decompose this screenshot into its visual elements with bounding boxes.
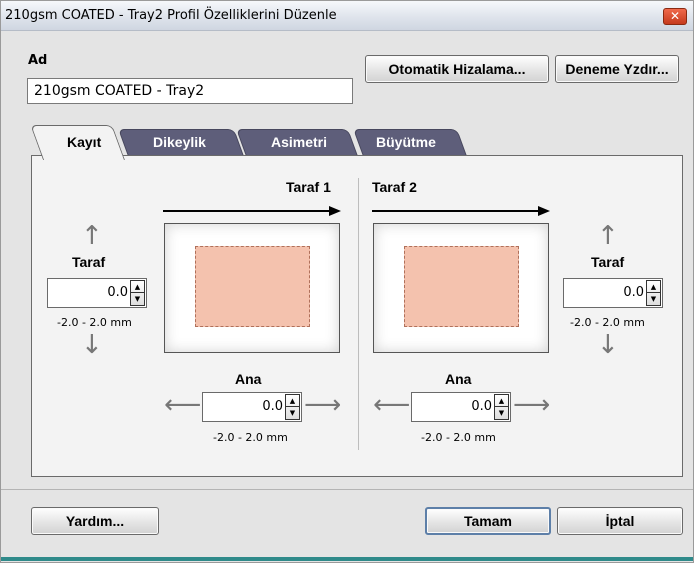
arrow-right-icon: ⟶ [513, 390, 551, 420]
help-button[interactable]: Yardım... [31, 507, 159, 535]
decrement-button[interactable]: ▼ [647, 293, 660, 305]
ok-button[interactable]: Tamam [425, 507, 551, 535]
side1-main-label: Ana [235, 371, 262, 387]
side2-lead-stepper[interactable]: 0.0 ▲ ▼ [563, 278, 663, 308]
name-input[interactable] [27, 78, 353, 104]
side2-main-stepper[interactable]: 0.0 ▲ ▼ [411, 392, 511, 422]
side2-feed-direction-arrow-icon [372, 206, 550, 216]
increment-button[interactable]: ▲ [647, 281, 660, 293]
title-bar: 210gsm COATED - Tray2 Profil Özellikleri… [1, 1, 693, 31]
side1-lead-stepper[interactable]: 0.0 ▲ ▼ [47, 278, 147, 308]
side2-image-area [404, 246, 519, 327]
cancel-button[interactable]: İptal [557, 507, 683, 535]
side1-lead-range: -2.0 - 2.0 mm [57, 316, 132, 329]
side1-paper-preview [164, 223, 340, 353]
arrow-down-icon: ↓ [81, 330, 103, 360]
side2-title: Taraf 2 [372, 179, 417, 195]
side2-main-range: -2.0 - 2.0 mm [421, 431, 496, 444]
side2-paper-preview [373, 223, 549, 353]
decrement-button[interactable]: ▼ [131, 293, 144, 305]
increment-button[interactable]: ▲ [131, 281, 144, 293]
side-divider [358, 178, 359, 450]
arrow-left-icon: ⟵ [164, 390, 202, 420]
side1-title: Taraf 1 [286, 179, 331, 195]
side1-main-range: -2.0 - 2.0 mm [213, 431, 288, 444]
increment-button[interactable]: ▲ [286, 395, 299, 407]
side1-lead-label: Taraf [72, 254, 106, 270]
arrow-down-icon: ↓ [597, 330, 619, 360]
side2-lead-range: -2.0 - 2.0 mm [570, 316, 645, 329]
arrow-up-icon: ↑ [597, 221, 619, 251]
close-button[interactable]: ✕ [663, 8, 687, 25]
footer-separator [1, 489, 693, 490]
side2-main-label: Ana [445, 371, 472, 387]
arrow-right-icon: ⟶ [304, 390, 342, 420]
window-title: 210gsm COATED - Tray2 Profil Özellikleri… [5, 8, 337, 23]
edit-profile-dialog: 210gsm COATED - Tray2 Profil Özellikleri… [0, 0, 694, 563]
auto-align-button[interactable]: Otomatik Hizalama... [365, 55, 549, 83]
side2-lead-label: Taraf [591, 254, 625, 270]
arrow-up-icon: ↑ [81, 221, 103, 251]
side1-image-area [195, 246, 310, 327]
bottom-accent-line [1, 557, 693, 561]
side1-feed-direction-arrow-icon [163, 206, 341, 216]
tab-registration[interactable]: Kayıt [30, 125, 126, 160]
name-label: Ad [28, 53, 48, 68]
arrow-left-icon: ⟵ [373, 390, 411, 420]
decrement-button[interactable]: ▼ [495, 407, 508, 419]
increment-button[interactable]: ▲ [495, 395, 508, 407]
decrement-button[interactable]: ▼ [286, 407, 299, 419]
test-print-button[interactable]: Deneme Yzdır... [555, 55, 679, 83]
side1-main-stepper[interactable]: 0.0 ▲ ▼ [202, 392, 302, 422]
tab-bar: Büyütme Asimetri Dikeylik Kayıt [30, 125, 671, 160]
